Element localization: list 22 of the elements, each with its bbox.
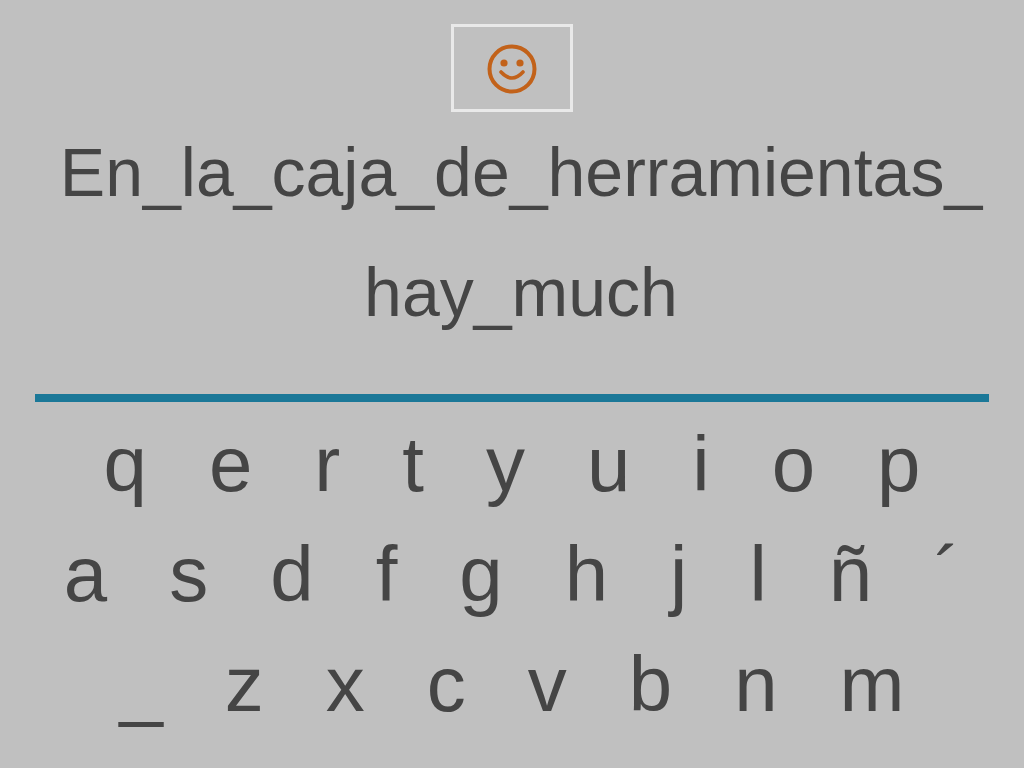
keyboard-key[interactable]: l (749, 535, 767, 613)
keyboard-key[interactable]: z (224, 645, 264, 723)
keyboard-key[interactable]: t (402, 425, 424, 503)
keyboard-key[interactable]: m (839, 645, 905, 723)
keyboard-key[interactable]: b (628, 645, 673, 723)
keyboard-key[interactable]: f (375, 535, 398, 613)
keyboard-key[interactable]: i (692, 425, 710, 503)
keyboard-key[interactable]: o (771, 425, 816, 503)
keyboard-key[interactable]: e (208, 425, 253, 503)
keyboard-key[interactable]: v (527, 645, 567, 723)
smiley-icon (487, 43, 537, 94)
keyboard-key[interactable]: a (63, 535, 108, 613)
keyboard-key[interactable]: h (564, 535, 609, 613)
keyboard-key[interactable]: r (314, 425, 341, 503)
keyboard-key[interactable]: s (169, 535, 209, 613)
keyboard-key[interactable]: ´ (934, 535, 961, 613)
keyboard-key[interactable]: c (426, 645, 466, 723)
keyboard-key[interactable]: n (734, 645, 778, 723)
keyboard-key[interactable]: ñ (828, 535, 873, 613)
keyboard-key[interactable]: x (325, 645, 365, 723)
keyboard-key[interactable]: u (586, 425, 631, 503)
keyboard-key[interactable]: d (270, 535, 314, 613)
